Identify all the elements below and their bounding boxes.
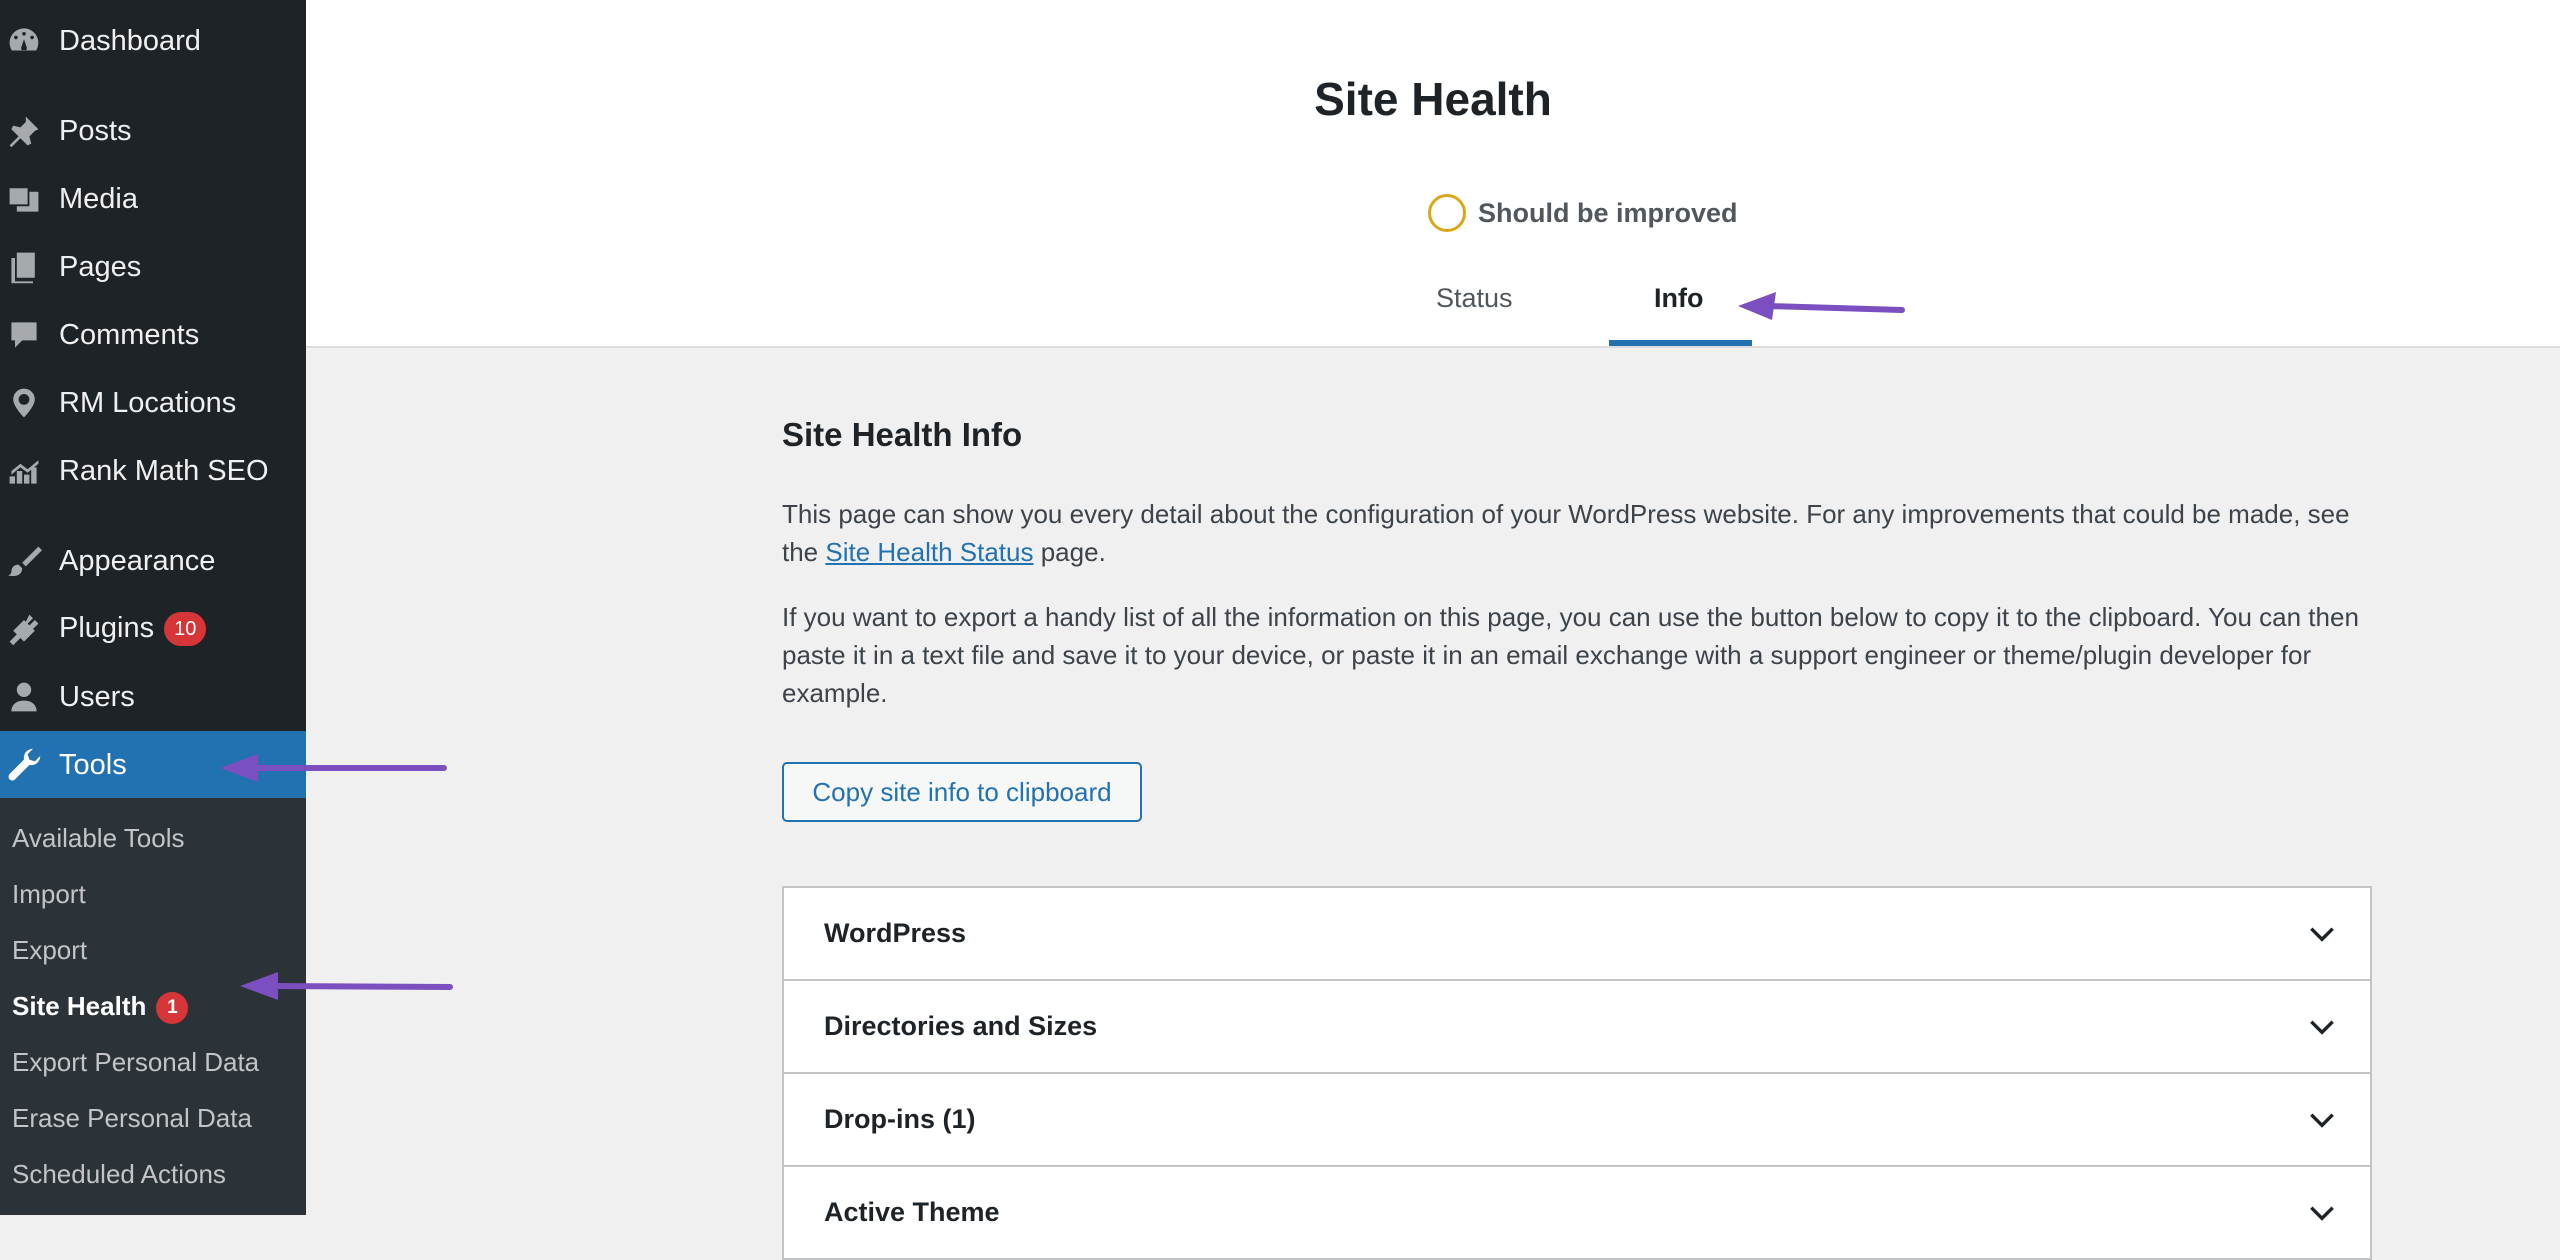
menu-label: Media — [59, 182, 138, 215]
accordion-title: Directories and Sizes — [824, 1011, 1098, 1041]
chevron-down-icon — [2306, 918, 2338, 950]
copy-site-info-button[interactable]: Copy site info to clipboard — [782, 762, 1142, 822]
submenu-site-health[interactable]: Site Health 1 — [12, 986, 189, 1026]
media-icon — [6, 181, 42, 217]
update-count-badge: 10 — [164, 612, 207, 647]
wrench-icon — [6, 747, 42, 783]
submenu-erase-personal-data[interactable]: Erase Personal Data — [12, 1098, 252, 1138]
menu-item-rank-math-seo[interactable]: Rank Math SEO — [0, 437, 306, 505]
menu-item-posts[interactable]: Posts — [0, 97, 306, 165]
user-icon — [6, 679, 42, 715]
menu-item-dashboard[interactable]: Dashboard — [0, 7, 306, 75]
accordion-title: Active Theme — [824, 1197, 1000, 1227]
accordion-active-theme[interactable]: Active Theme — [784, 1167, 2370, 1260]
submenu-label: Site Health — [12, 991, 147, 1021]
active-tab-indicator — [1609, 340, 1752, 346]
menu-label: Tools — [59, 748, 127, 781]
submenu-import[interactable]: Import — [12, 874, 86, 914]
menu-item-comments[interactable]: Comments — [0, 301, 306, 369]
pin-icon — [6, 113, 42, 149]
menu-label: Posts — [59, 114, 132, 147]
menu-item-pages[interactable]: Pages — [0, 233, 306, 301]
site-health-header: Site Health Should be improved Status In… — [306, 0, 2560, 348]
chart-icon — [6, 453, 42, 489]
menu-label: Comments — [59, 318, 200, 351]
accordion-title: WordPress — [824, 918, 967, 948]
dashboard-icon — [6, 23, 42, 59]
menu-label: Plugins — [59, 611, 155, 644]
tools-submenu: Available Tools Import Export Site Healt… — [0, 798, 306, 1215]
accordion-wordpress[interactable]: WordPress — [784, 888, 2370, 981]
annotation-arrow-tools — [220, 754, 447, 782]
page-title: Site Health — [1314, 73, 1552, 125]
chevron-down-icon — [2306, 1011, 2338, 1043]
menu-item-appearance[interactable]: Appearance — [0, 527, 306, 595]
menu-label: Pages — [59, 250, 142, 283]
brush-icon — [6, 543, 43, 579]
status-text: Should be improved — [1478, 197, 1738, 228]
intro-text-after: page. — [1033, 537, 1106, 567]
accordion-title: Drop-ins (1) — [824, 1104, 976, 1134]
menu-label-wrap: Plugins 10 — [59, 611, 207, 647]
tab-status[interactable]: Status — [1436, 278, 1513, 318]
admin-sidebar: Dashboard Posts Media Pages Comments RM … — [0, 0, 306, 1215]
menu-item-users[interactable]: Users — [0, 663, 306, 731]
menu-label: Users — [59, 680, 135, 713]
health-status: Should be improved — [1428, 193, 1738, 233]
plug-icon — [6, 611, 42, 647]
menu-label: Dashboard — [59, 24, 201, 57]
annotation-arrow-site-health — [240, 972, 453, 1000]
section-heading: Site Health Info — [782, 416, 1023, 453]
location-icon — [6, 385, 42, 421]
intro-paragraph: This page can show you every detail abou… — [782, 495, 2372, 571]
pages-icon — [6, 249, 42, 285]
chevron-down-icon — [2306, 1104, 2338, 1136]
accordion-drop-ins[interactable]: Drop-ins (1) — [784, 1074, 2370, 1167]
issue-count-badge: 1 — [156, 992, 189, 1025]
submenu-export[interactable]: Export — [12, 930, 87, 970]
menu-label: Appearance — [59, 544, 216, 577]
annotation-arrow-info-tab — [1738, 292, 1905, 320]
submenu-scheduled-actions[interactable]: Scheduled Actions — [12, 1154, 226, 1194]
status-ring-icon — [1428, 194, 1466, 232]
tab-info[interactable]: Info — [1654, 278, 1703, 318]
export-paragraph: If you want to export a handy list of al… — [782, 602, 2359, 708]
menu-item-media[interactable]: Media — [0, 165, 306, 233]
menu-label: RM Locations — [59, 386, 237, 419]
submenu-export-personal-data[interactable]: Export Personal Data — [12, 1042, 259, 1082]
menu-label: Rank Math SEO — [59, 454, 269, 487]
accordion-directories-and-sizes[interactable]: Directories and Sizes — [784, 981, 2370, 1074]
comment-icon — [6, 317, 42, 353]
site-health-status-link[interactable]: Site Health Status — [825, 537, 1033, 567]
info-accordion: WordPress Directories and Sizes Drop-ins… — [782, 886, 2372, 1260]
submenu-available-tools[interactable]: Available Tools — [12, 818, 185, 858]
menu-item-rm-locations[interactable]: RM Locations — [0, 369, 306, 437]
chevron-down-icon — [2306, 1197, 2338, 1229]
menu-item-plugins[interactable]: Plugins 10 — [0, 595, 306, 663]
